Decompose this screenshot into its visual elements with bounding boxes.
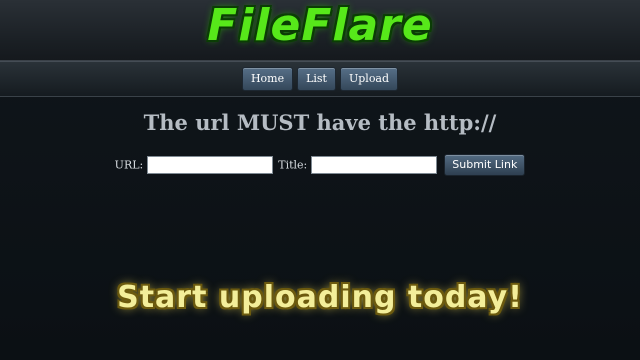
site-logo[interactable]: FileFlare [0,0,640,52]
nav-menu: Home List Upload [241,67,399,91]
title-input[interactable] [310,156,437,174]
nav-list-button[interactable]: List [297,67,336,91]
title-label: Title: [278,158,308,172]
url-input[interactable] [146,156,273,174]
promo-banner: Start uploading today! [117,280,523,315]
header: FileFlare [0,0,640,61]
nav-home-button[interactable]: Home [241,67,294,91]
nav-upload-button[interactable]: Upload [339,67,399,91]
link-form: URL: Title: Submit Link [0,154,640,176]
page: FileFlare Home List Upload The url MUST … [0,0,640,360]
nav-bar: Home List Upload [0,61,640,97]
url-label: URL: [114,158,144,172]
submit-link-button[interactable]: Submit Link [444,154,526,176]
page-title: The url MUST have the http:// [143,110,497,135]
